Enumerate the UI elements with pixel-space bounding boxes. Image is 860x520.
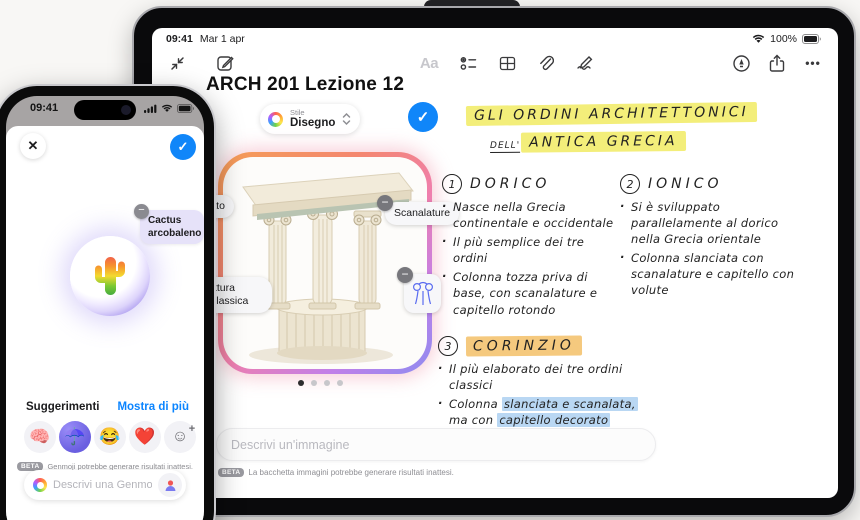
- confirm-genmoji-button[interactable]: ✓: [170, 134, 196, 160]
- hw-title-prefix: DELL': [489, 140, 521, 154]
- dorico-bullet-3: Colonna tozza priva di base, con scanala…: [442, 268, 618, 317]
- rainbow-cactus-genmoji: [95, 257, 125, 295]
- corinzio-b2-highlight2: capitello decorato: [497, 413, 611, 428]
- genmoji-swirl-icon: [33, 478, 47, 492]
- iphone-time: 09:41: [30, 102, 59, 114]
- screenshot-stage: 09:41 Mar 1 apr 100% Aa ••• ARCH 201 Lez…: [0, 0, 860, 520]
- text-format-icon[interactable]: Aa: [416, 50, 442, 76]
- generated-image-card[interactable]: [218, 152, 432, 374]
- ipad-device: 09:41 Mar 1 apr 100% Aa ••• ARCH 201 Lez…: [132, 6, 856, 517]
- dorico-bullet-1: Nasce nella Grecia continentale e occide…: [442, 198, 618, 231]
- chevron-up-down-icon: [342, 112, 351, 126]
- ionico-number: 2: [620, 174, 640, 194]
- image-wand-icon[interactable]: [572, 50, 598, 76]
- remove-column-sketch-button[interactable]: −: [397, 267, 413, 283]
- corinzio-bullet-1: Il più elaborato dei tre ordini classici: [438, 360, 658, 393]
- add-emoji-icon: ☺ +: [171, 423, 196, 445]
- style-picker-value: Disegno: [290, 117, 336, 129]
- checklist-icon[interactable]: [455, 50, 481, 76]
- ipad-status-bar: 09:41 Mar 1 apr: [166, 33, 245, 45]
- genmoji-label[interactable]: Cactus arcobaleno: [140, 210, 204, 244]
- corinzio-bullet-2: Colonna slanciata e scanalata, ma con ca…: [438, 395, 758, 428]
- show-more-link[interactable]: Mostra di più: [117, 401, 189, 413]
- umbrella-emoji-selected[interactable]: ☂️: [59, 421, 91, 453]
- markup-icon[interactable]: [728, 50, 754, 76]
- iphone-status-icons: [144, 104, 195, 113]
- column-sketch-icon: [412, 281, 433, 305]
- iphone-device: 09:41 ✕ ✓ − Cactus arcobaleno Suggerimen…: [0, 84, 216, 520]
- share-icon[interactable]: [764, 50, 790, 76]
- generated-temple-image: [223, 157, 427, 369]
- hw-title-line2: DELL' ANTICA GRECIA: [489, 130, 686, 154]
- genmoji-sheet: ✕ ✓ − Cactus arcobaleno Suggerimenti Mos…: [6, 126, 204, 520]
- genmoji-description-input[interactable]: [53, 479, 152, 491]
- image-description-input[interactable]: [216, 428, 656, 461]
- battery-icon: [177, 104, 195, 113]
- wifi-icon: [752, 34, 765, 44]
- ipad-status-right: 100%: [752, 33, 822, 45]
- hw-title-main: ANTICA GRECIA: [521, 130, 686, 153]
- image-playground-icon: [268, 111, 283, 127]
- ipad-screen: 09:41 Mar 1 apr 100% Aa ••• ARCH 201 Lez…: [152, 28, 838, 498]
- ipad-beta-disclaimer: BETA La bacchetta immagini potrebbe gene…: [218, 468, 454, 477]
- compose-icon[interactable]: [212, 50, 238, 76]
- heart-emoji[interactable]: ❤️: [129, 421, 161, 453]
- battery-icon: [802, 34, 822, 44]
- new-genmoji-button[interactable]: ☺ +: [164, 421, 196, 453]
- style-picker-label: Stile: [290, 107, 305, 117]
- corinzio-b2-pre: Colonna: [449, 397, 502, 412]
- note-title: ARCH 201 Lezione 12: [206, 74, 405, 95]
- genmoji-preview-bubble: [70, 236, 150, 316]
- style-picker[interactable]: Stile Disegno: [260, 104, 361, 134]
- signal-icon: [144, 104, 157, 113]
- wifi-icon: [161, 104, 173, 112]
- dorico-heading: DORICO: [470, 176, 551, 192]
- ipad-beta-text: La bacchetta immagini potrebbe generare …: [248, 468, 454, 477]
- brain-emoji[interactable]: 🧠: [24, 421, 56, 453]
- accept-image-button[interactable]: ✓: [408, 102, 438, 132]
- person-option-button[interactable]: [158, 473, 182, 497]
- ipad-date: Mar 1 apr: [199, 33, 245, 45]
- close-button[interactable]: ✕: [20, 133, 46, 159]
- beta-badge: BETA: [218, 468, 245, 477]
- page-dots[interactable]: [298, 380, 343, 386]
- more-icon[interactable]: •••: [800, 50, 826, 76]
- ipad-battery-percent: 100%: [770, 33, 797, 45]
- table-icon[interactable]: [494, 50, 520, 76]
- attachment-icon[interactable]: [533, 50, 559, 76]
- person-icon: [165, 479, 175, 491]
- genmoji-input-bar: [24, 470, 186, 500]
- ionico-bullet-2: Colonna slanciata con scanalature e capi…: [620, 249, 804, 298]
- laughing-emoji[interactable]: 😂: [94, 421, 126, 453]
- dynamic-island: [74, 100, 136, 120]
- corinzio-number: 3: [438, 336, 458, 356]
- emoji-suggestions-row: 🧠 ☂️ 😂 ❤️ ☺ +: [24, 421, 196, 453]
- corinzio-heading: CORINZIO: [465, 335, 582, 357]
- hw-title-line1: GLI ORDINI ARCHITETTONICI: [465, 101, 757, 127]
- remove-scanalature-button[interactable]: −: [377, 195, 393, 211]
- ionico-bullet-1: Si è sviluppato parallelamente al dorico…: [620, 198, 804, 247]
- section-ionico: 2 IONICO Si è sviluppato parallelamente …: [620, 174, 804, 302]
- collapse-icon[interactable]: [164, 50, 190, 76]
- dorico-bullet-2: Il più semplice dei tre ordini: [442, 233, 618, 266]
- section-dorico: 1 DORICO Nasce nella Grecia continentale…: [442, 174, 618, 321]
- ionico-heading: IONICO: [648, 176, 723, 192]
- suggestions-title: Suggerimenti: [26, 401, 100, 413]
- remove-genmoji-label-button[interactable]: −: [134, 204, 149, 219]
- ipad-time: 09:41: [166, 33, 193, 45]
- corinzio-b2-mid: ma con: [449, 413, 498, 428]
- dorico-number: 1: [442, 174, 462, 194]
- iphone-screen: 09:41 ✕ ✓ − Cactus arcobaleno Suggerimen…: [6, 96, 204, 520]
- corinzio-b2-highlight1: slanciata e scanalata,: [501, 397, 638, 412]
